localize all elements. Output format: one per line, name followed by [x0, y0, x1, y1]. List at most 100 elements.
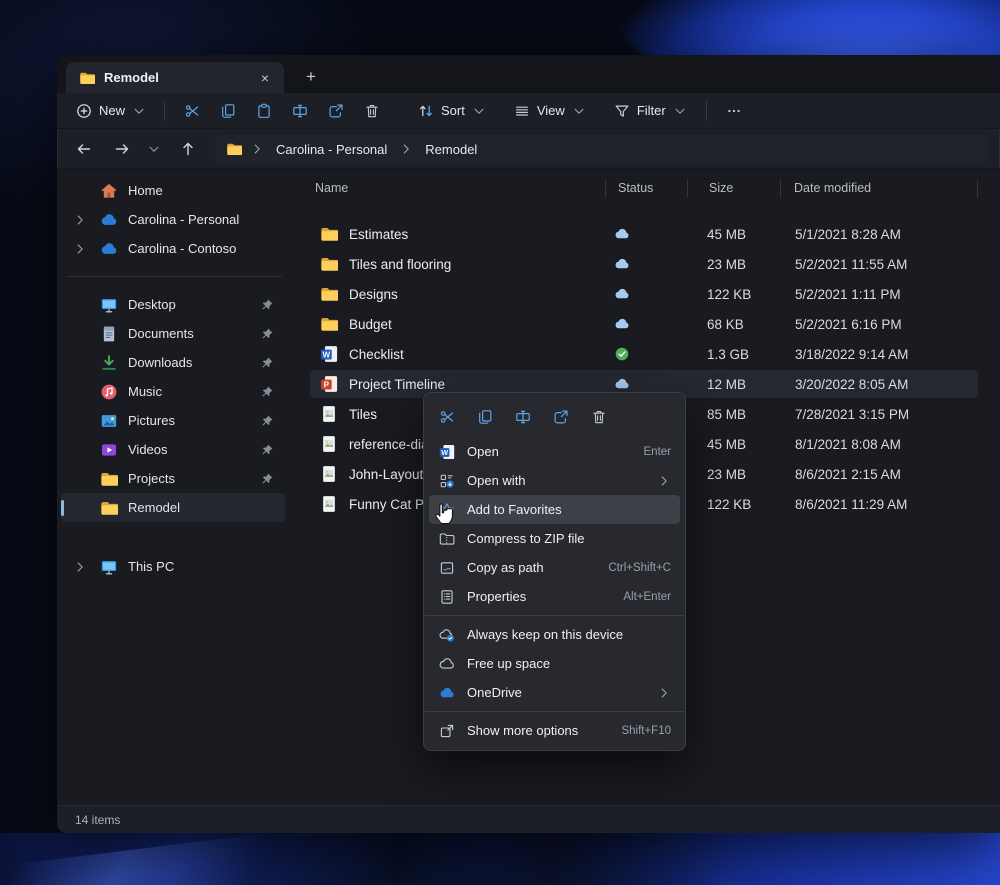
- column-divider[interactable]: [605, 180, 606, 198]
- file-name: John-Layout: [349, 467, 423, 482]
- context-menu-quick-actions: [424, 397, 685, 437]
- delete-button[interactable]: [354, 97, 390, 125]
- sidebar-item-pictures[interactable]: Pictures: [61, 406, 285, 435]
- table-row[interactable]: Estimates 45 MB 5/1/2021 8:28 AM: [292, 219, 1000, 249]
- copy-icon: [220, 103, 236, 119]
- up-button[interactable]: [173, 135, 203, 163]
- close-tab-icon[interactable]: ×: [254, 67, 276, 89]
- chevron-right-icon: [657, 686, 671, 700]
- menu-item-label: Open: [467, 444, 632, 459]
- menu-item-open-with[interactable]: Open with: [429, 466, 680, 495]
- menu-shortcut: Ctrl+Shift+C: [608, 562, 671, 574]
- sidebar-item-desktop[interactable]: Desktop: [61, 290, 285, 319]
- file-size: 85 MB: [707, 399, 746, 429]
- menu-item-copy-as-path[interactable]: Copy as path Ctrl+Shift+C: [429, 553, 680, 582]
- view-label: View: [537, 103, 565, 118]
- chevron-right-icon[interactable]: [73, 560, 87, 574]
- cut-button[interactable]: [174, 97, 210, 125]
- new-button-label: New: [99, 103, 125, 118]
- chevron-down-icon: [472, 104, 486, 118]
- recent-locations-button[interactable]: [143, 135, 165, 163]
- column-header-date[interactable]: Date modified: [794, 181, 871, 195]
- view-icon: [514, 103, 530, 119]
- column-divider[interactable]: [977, 180, 978, 198]
- new-tab-button[interactable]: +: [298, 64, 324, 90]
- word-file-icon: [320, 345, 338, 363]
- column-divider[interactable]: [687, 180, 688, 198]
- sidebar-item-projects[interactable]: Projects: [61, 464, 285, 493]
- sidebar-label: This PC: [128, 559, 285, 574]
- breadcrumb-root[interactable]: Carolina - Personal: [272, 140, 391, 159]
- sidebar-label: Music: [128, 384, 260, 399]
- column-divider[interactable]: [780, 180, 781, 198]
- menu-item-properties[interactable]: Properties Alt+Enter: [429, 582, 680, 611]
- paste-button[interactable]: [246, 97, 282, 125]
- table-row[interactable]: Budget 68 KB 5/2/2021 6:16 PM: [292, 309, 1000, 339]
- rename-button[interactable]: [282, 97, 318, 125]
- hand-cursor: [431, 501, 457, 531]
- share-button[interactable]: [542, 402, 580, 432]
- paste-icon: [256, 103, 272, 119]
- table-row[interactable]: Designs 122 KB 5/2/2021 1:11 PM: [292, 279, 1000, 309]
- filter-label: Filter: [637, 103, 666, 118]
- table-row[interactable]: Tiles and flooring 23 MB 5/2/2021 11:55 …: [292, 249, 1000, 279]
- sidebar-item-onedrive-personal[interactable]: Carolina - Personal: [61, 205, 285, 234]
- menu-item-label: OneDrive: [467, 685, 645, 700]
- menu-item-add-to-favorites[interactable]: Add to Favorites: [429, 495, 680, 524]
- toolbar-separator: [164, 101, 165, 121]
- menu-item-label: Add to Favorites: [467, 502, 671, 517]
- menu-item-free-up-space[interactable]: Free up space: [429, 649, 680, 678]
- pin-icon: [260, 356, 274, 370]
- column-header-name[interactable]: Name: [315, 181, 348, 195]
- chevron-down-icon: [147, 142, 161, 156]
- file-date: 7/28/2021 3:15 PM: [795, 399, 909, 429]
- sidebar-item-onedrive-contoso[interactable]: Carolina - Contoso: [61, 234, 285, 263]
- chevron-right-icon[interactable]: [73, 242, 87, 256]
- cloud-status-icon: [612, 219, 632, 249]
- sidebar-item-downloads[interactable]: Downloads: [61, 348, 285, 377]
- chevron-down-icon: [132, 104, 146, 118]
- copy-button[interactable]: [466, 402, 504, 432]
- forward-button[interactable]: [107, 135, 137, 163]
- delete-button[interactable]: [580, 402, 618, 432]
- downloads-icon: [100, 354, 118, 372]
- arrow-left-icon: [76, 141, 92, 157]
- arrow-up-icon: [180, 141, 196, 157]
- sidebar-item-videos[interactable]: Videos: [61, 435, 285, 464]
- tab-remodel[interactable]: Remodel ×: [66, 62, 284, 93]
- items-count: 14 items: [75, 813, 120, 827]
- image-file-icon: [320, 405, 338, 423]
- cut-button[interactable]: [428, 402, 466, 432]
- view-button[interactable]: View: [504, 97, 596, 125]
- table-row[interactable]: Checklist 1.3 GB 3/18/2022 9:14 AM: [292, 339, 1000, 369]
- properties-icon: [439, 589, 455, 605]
- sort-button[interactable]: Sort: [408, 97, 496, 125]
- breadcrumb-current[interactable]: Remodel: [421, 140, 481, 159]
- menu-item-always-keep[interactable]: Always keep on this device: [429, 620, 680, 649]
- filter-button[interactable]: Filter: [604, 97, 697, 125]
- column-header-size[interactable]: Size: [709, 181, 733, 195]
- sidebar-item-remodel[interactable]: Remodel: [61, 493, 285, 522]
- rename-button[interactable]: [504, 402, 542, 432]
- sidebar-item-music[interactable]: Music: [61, 377, 285, 406]
- back-button[interactable]: [69, 135, 99, 163]
- folder-icon: [100, 470, 118, 488]
- sidebar-item-this-pc[interactable]: This PC: [61, 552, 285, 581]
- pin-icon: [260, 298, 274, 312]
- see-more-button[interactable]: [716, 97, 752, 125]
- breadcrumb[interactable]: Carolina - Personal Remodel: [215, 135, 988, 163]
- menu-item-onedrive[interactable]: OneDrive: [429, 678, 680, 707]
- file-name: Tiles: [349, 407, 377, 422]
- sidebar-label: Desktop: [128, 297, 260, 312]
- chevron-right-icon[interactable]: [73, 213, 87, 227]
- menu-item-compress-zip[interactable]: Compress to ZIP file: [429, 524, 680, 553]
- sidebar-item-documents[interactable]: Documents: [61, 319, 285, 348]
- share-button[interactable]: [318, 97, 354, 125]
- copy-button[interactable]: [210, 97, 246, 125]
- menu-item-show-more-options[interactable]: Show more options Shift+F10: [429, 716, 680, 745]
- column-header-status[interactable]: Status: [618, 181, 653, 195]
- sidebar-item-home[interactable]: Home: [61, 176, 285, 205]
- new-button[interactable]: New: [67, 97, 155, 125]
- menu-item-open[interactable]: Open Enter: [429, 437, 680, 466]
- chevron-down-icon: [673, 104, 687, 118]
